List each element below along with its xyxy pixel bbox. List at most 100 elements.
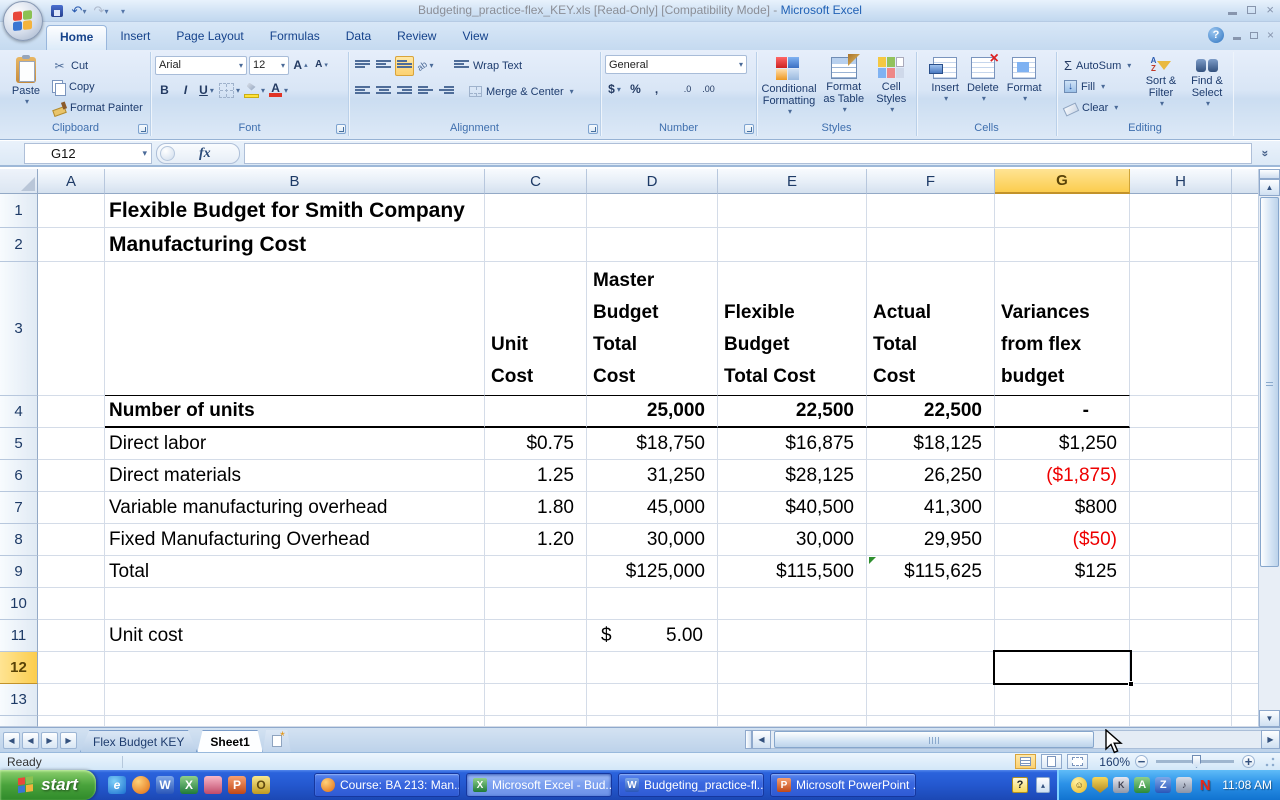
cell[interactable] <box>1130 228 1232 262</box>
clear-button[interactable]: Clear ▾ <box>1061 97 1139 118</box>
row-header-10[interactable]: 10 <box>0 588 38 620</box>
fill-handle[interactable] <box>1128 681 1134 687</box>
tray-key-icon[interactable]: K <box>1113 777 1130 793</box>
cell[interactable]: - <box>995 396 1130 428</box>
cell[interactable] <box>38 492 105 524</box>
font-name-select[interactable]: Arial ▾ <box>155 55 247 75</box>
column-header-d[interactable]: D <box>587 169 718 194</box>
cell[interactable] <box>867 652 995 684</box>
row-header-3[interactable]: 3 <box>0 262 38 396</box>
decrease-decimal-button[interactable]: .00 <box>699 79 718 99</box>
grow-font-button[interactable]: A ▴ <box>291 55 310 75</box>
cell[interactable] <box>38 460 105 492</box>
cell-selection-border[interactable] <box>993 650 1134 687</box>
cell[interactable] <box>1130 396 1232 428</box>
autosum-button[interactable]: Σ AutoSum ▾ <box>1061 55 1139 76</box>
close-button[interactable]: × <box>1266 2 1274 17</box>
page-break-view-button[interactable] <box>1067 754 1089 769</box>
cell[interactable] <box>995 228 1130 262</box>
workbook-restore-button[interactable] <box>1249 31 1258 39</box>
cell-styles-button[interactable]: Cell Styles ▾ <box>870 55 912 120</box>
cell[interactable]: 1.20 <box>485 524 587 556</box>
percent-style-button[interactable]: % <box>626 79 645 99</box>
cell[interactable]: Unit Cost <box>485 262 587 396</box>
quick-launch-key-icon[interactable] <box>204 776 222 794</box>
cell[interactable] <box>718 620 867 652</box>
cell[interactable]: 25,000 <box>587 396 718 428</box>
cell[interactable]: 26,250 <box>867 460 995 492</box>
cell[interactable]: Master Budget Total Cost <box>587 262 718 396</box>
paste-button[interactable]: Paste ▾ <box>5 55 47 119</box>
cell[interactable] <box>485 194 587 228</box>
help-icon[interactable]: ? <box>1207 27 1224 43</box>
workbook-minimize-button[interactable] <box>1232 37 1241 40</box>
sort-filter-button[interactable]: AZ Sort & Filter ▾ <box>1139 55 1183 120</box>
vertical-scroll-thumb[interactable] <box>1260 197 1279 567</box>
align-right-button[interactable] <box>395 82 414 102</box>
horizontal-scroll-track[interactable] <box>771 730 1261 749</box>
underline-button[interactable]: U ▾ <box>197 80 216 100</box>
cell[interactable]: 29,950 <box>867 524 995 556</box>
cell[interactable] <box>485 228 587 262</box>
cell[interactable]: $125,000 <box>587 556 718 588</box>
zoom-out-button[interactable]: − <box>1135 754 1148 769</box>
tray-volume-icon[interactable]: ♪ <box>1176 777 1193 793</box>
align-left-button[interactable] <box>353 82 372 102</box>
sheet-tab-flex-budget-key[interactable]: Flex Budget KEY <box>80 730 198 752</box>
cell[interactable]: $18,125 <box>867 428 995 460</box>
taskbar-item-powerpoint[interactable]: P Microsoft PowerPoint ... <box>770 773 916 797</box>
top-align-button[interactable] <box>353 56 372 76</box>
cell[interactable]: 30,000 <box>718 524 867 556</box>
shrink-font-button[interactable]: A ▾ <box>312 55 331 75</box>
hide-icons-chevron-icon[interactable]: ▴ <box>1036 777 1050 793</box>
tray-shield-icon[interactable] <box>1092 777 1109 793</box>
expand-formula-bar-icon[interactable]: » <box>1257 143 1276 165</box>
cell[interactable] <box>485 684 587 716</box>
cell[interactable] <box>1130 524 1232 556</box>
insert-worksheet-button[interactable] <box>262 730 291 752</box>
tab-page-layout[interactable]: Page Layout <box>163 25 256 50</box>
cell[interactable] <box>485 556 587 588</box>
cell[interactable]: $5.00 <box>587 620 718 652</box>
cell[interactable] <box>718 684 867 716</box>
cell[interactable] <box>718 228 867 262</box>
cell[interactable]: 1.25 <box>485 460 587 492</box>
cell[interactable] <box>485 396 587 428</box>
last-sheet-icon[interactable]: ▶ <box>60 731 77 749</box>
cell[interactable] <box>38 396 105 428</box>
cut-button[interactable]: ✂ Cut <box>49 55 146 76</box>
format-painter-button[interactable]: Format Painter <box>49 97 146 118</box>
row-header-2[interactable]: 2 <box>0 228 38 262</box>
cell[interactable]: 30,000 <box>587 524 718 556</box>
cell[interactable]: $125 <box>995 556 1130 588</box>
cell[interactable]: $115,625 <box>867 556 995 588</box>
cell[interactable]: 22,500 <box>718 396 867 428</box>
increase-decimal-button[interactable]: .0 <box>678 79 697 99</box>
column-header-e[interactable]: E <box>718 169 867 194</box>
cell[interactable] <box>38 524 105 556</box>
resize-grip[interactable] <box>1264 755 1276 768</box>
zoom-slider-thumb[interactable] <box>1192 755 1201 768</box>
cell[interactable] <box>485 620 587 652</box>
cell[interactable] <box>995 684 1130 716</box>
fill-color-button[interactable]: ▾ <box>243 80 266 100</box>
cell[interactable]: Total <box>105 556 485 588</box>
minimize-button[interactable] <box>1228 12 1238 15</box>
cell[interactable] <box>1130 262 1232 396</box>
cell[interactable]: $1,250 <box>995 428 1130 460</box>
cell[interactable] <box>718 194 867 228</box>
cell[interactable] <box>587 652 718 684</box>
taskbar-item-excel[interactable]: X Microsoft Excel - Bud... <box>466 773 612 797</box>
cell[interactable]: Actual Total Cost <box>867 262 995 396</box>
tab-data[interactable]: Data <box>333 25 384 50</box>
cell[interactable] <box>105 262 485 396</box>
cell[interactable] <box>1130 684 1232 716</box>
zoom-level[interactable]: 160% <box>1099 755 1130 769</box>
row-header-6[interactable]: 6 <box>0 460 38 492</box>
cell[interactable] <box>995 588 1130 620</box>
tray-n-icon[interactable]: N <box>1197 777 1213 794</box>
fill-button[interactable]: ↓ Fill ▾ <box>1061 76 1139 97</box>
row-header-12[interactable]: 12 <box>0 652 38 684</box>
cell[interactable] <box>1130 460 1232 492</box>
accounting-format-button[interactable]: $ ▾ <box>605 79 624 99</box>
